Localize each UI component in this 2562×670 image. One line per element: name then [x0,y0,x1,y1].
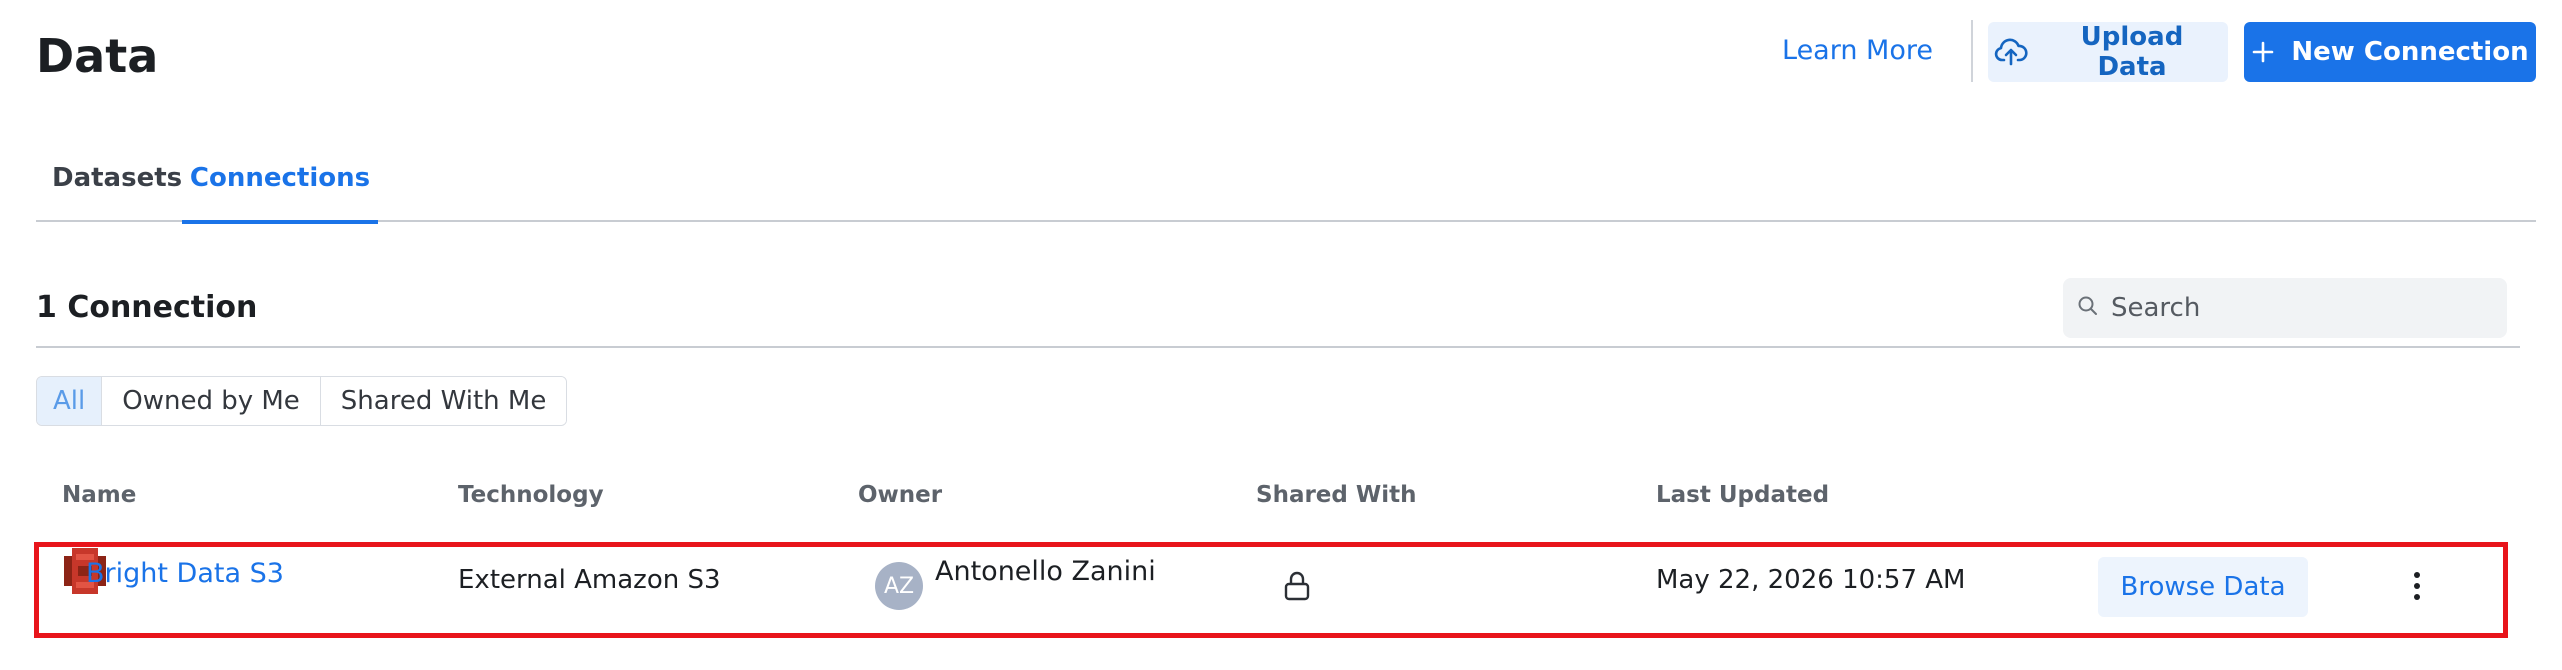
connection-name-link[interactable]: Bright Data S3 [86,556,284,592]
filter-shared-with-me[interactable]: Shared With Me [320,377,567,425]
tab-connections[interactable]: Connections [182,148,378,224]
lock-icon [1283,570,1311,606]
column-header-last-updated[interactable]: Last Updated [1656,478,1829,512]
filter-all[interactable]: All [37,377,103,425]
ownership-filter: All Owned by Me Shared With Me [36,376,568,426]
section-divider [36,346,2520,348]
technology-cell: External Amazon S3 [458,565,721,595]
column-header-name[interactable]: Name [62,478,136,512]
column-header-technology[interactable]: Technology [458,478,604,512]
last-updated-cell: May 22, 2026 10:57 AM [1656,565,1966,595]
plus-icon [2251,40,2275,64]
connection-name-cell: Bright Data S3 [86,556,284,592]
page-title: Data [36,29,159,83]
learn-more-link[interactable]: Learn More [1782,26,1933,76]
new-connection-button[interactable]: New Connection [2244,22,2536,82]
browse-data-button[interactable]: Browse Data [2098,557,2308,617]
more-options-icon[interactable] [2402,566,2432,606]
filter-owned-by-me[interactable]: Owned by Me [102,377,321,425]
cloud-upload-icon [1994,37,2028,67]
search-icon [2077,295,2099,321]
connection-count: 1 Connection [36,290,258,325]
upload-data-label: Upload Data [2080,22,2184,82]
header-divider [1971,20,1973,82]
data-page: Data Learn More Upload Data New Connecti… [0,0,2562,670]
tab-datasets[interactable]: Datasets [52,148,182,222]
tab-bar: Datasets Connections [36,148,2536,224]
new-connection-label: New Connection [2291,37,2529,67]
avatar: AZ [875,562,923,610]
column-header-shared-with[interactable]: Shared With [1256,478,1417,512]
upload-data-button[interactable]: Upload Data [1988,22,2228,82]
search-box [2063,278,2507,338]
column-header-owner[interactable]: Owner [858,478,942,512]
search-input[interactable] [2109,292,2489,324]
owner-name: Antonello Zanini [935,556,1156,587]
